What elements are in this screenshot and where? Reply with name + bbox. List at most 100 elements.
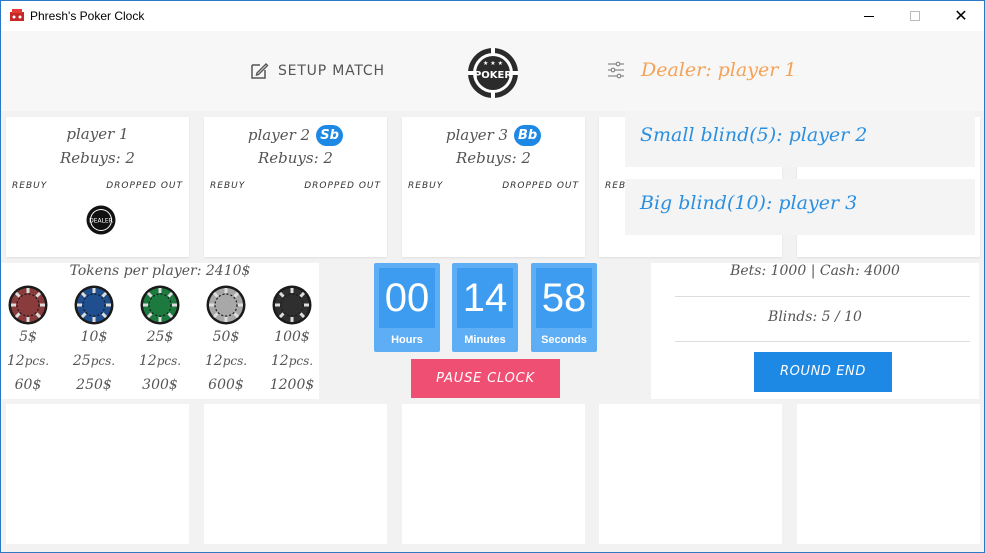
- chip-total: 300$: [142, 377, 178, 393]
- dealer-chip-icon: DEALER: [86, 205, 116, 235]
- player-name-text: player 2: [247, 126, 311, 144]
- player-card-9: [599, 404, 782, 544]
- rebuy-button[interactable]: REB: [605, 181, 626, 191]
- chip-pieces-suffix: pcs.: [288, 354, 314, 368]
- round-end-button[interactable]: ROUND END: [754, 352, 892, 392]
- chip-total: 250$: [76, 377, 112, 393]
- hours-label: Hours: [391, 334, 423, 346]
- window-title: Phresh's Poker Clock: [30, 9, 145, 23]
- dealer-chip-text: DEALER: [89, 218, 113, 225]
- tokens-panel: Tokens per player: 2410$ 5$ 12pcs. 60$ 10$ 2…: [1, 263, 319, 399]
- blinds-summary: Blinds: 5 / 10: [768, 309, 862, 325]
- chip-column: 100$ 12pcs. 1200$: [267, 285, 317, 397]
- small-blind-text: Small blind(5): player 2: [640, 124, 868, 146]
- chip-pieces: 25pcs.: [69, 349, 119, 373]
- chip-column: 25$ 12pcs. 300$: [135, 285, 185, 397]
- clock-panel: 00 Hours 14 Minutes 58 Seconds PAUSE CLO…: [321, 263, 648, 399]
- poker-chip-icon: [206, 285, 246, 325]
- poker-chip-icon: [140, 285, 180, 325]
- divider: [675, 341, 970, 342]
- seconds-label: Seconds: [541, 334, 587, 346]
- chip-value: 100$: [274, 329, 310, 345]
- chip-pieces-suffix: pcs.: [156, 354, 182, 368]
- chip-pieces: 12pcs.: [3, 349, 53, 373]
- chip-value: 25$: [146, 329, 174, 345]
- hours-box: 00 Hours: [374, 263, 440, 352]
- top-header: SETUP MATCH ★ ★ ★ POKER Dealer: player 1: [1, 31, 984, 111]
- player-card-1: player 1 Rebuys: 2 REBUY DROPPED OUT DEA…: [6, 117, 189, 257]
- dropped-out-button[interactable]: DROPPED OUT: [304, 181, 381, 191]
- chip-pieces: 12pcs.: [267, 349, 317, 373]
- chip-column: 50$ 12pcs. 600$: [201, 285, 251, 397]
- chip-value: 50$: [212, 329, 240, 345]
- bets-cash-summary: Bets: 1000 | Cash: 4000: [730, 263, 900, 279]
- logo-text: POKER: [474, 70, 512, 81]
- player-name-text: player 1: [66, 125, 129, 143]
- chip-total: 1200$: [269, 377, 315, 393]
- chip-pieces-suffix: pcs.: [90, 354, 116, 368]
- rebuys-count: Rebuys: 2: [60, 149, 135, 167]
- chip-pieces-count: 12: [204, 353, 223, 369]
- chip-pieces-suffix: pcs.: [24, 354, 50, 368]
- minimize-icon: [864, 15, 874, 17]
- chip-pieces-suffix: pcs.: [222, 354, 248, 368]
- app-window: Phresh's Poker Clock ✕ SETUP MATCH ★ ★ ★…: [0, 0, 985, 553]
- close-icon: ✕: [954, 6, 968, 25]
- minutes-box: 14 Minutes: [452, 263, 518, 352]
- chip-pieces-count: 12: [6, 353, 25, 369]
- player-card-6: [6, 404, 189, 544]
- player-name: player 2 Sb: [204, 125, 387, 146]
- chip-pieces-count: 25: [72, 353, 91, 369]
- player-card-8: [402, 404, 585, 544]
- bets-panel: Bets: 1000 | Cash: 4000 Blinds: 5 / 10 R…: [651, 263, 979, 399]
- edit-icon: [251, 63, 269, 79]
- chip-value: 10$: [80, 329, 108, 345]
- player-name: player 1: [6, 125, 189, 143]
- poker-app-icon: [10, 9, 24, 21]
- seconds-value: 58: [536, 268, 592, 328]
- minimize-button[interactable]: [846, 1, 892, 31]
- minutes-label: Minutes: [464, 334, 506, 346]
- chip-pieces: 12pcs.: [135, 349, 185, 373]
- title-bar: Phresh's Poker Clock ✕: [1, 1, 984, 31]
- chip-pieces: 12pcs.: [201, 349, 251, 373]
- poker-chip-icon: [8, 285, 48, 325]
- dealer-indicator: Dealer: player 1: [641, 59, 797, 81]
- close-button[interactable]: ✕: [938, 1, 984, 31]
- dropped-out-button[interactable]: DROPPED OUT: [106, 181, 183, 191]
- tokens-per-player: Tokens per player: 2410$: [69, 263, 251, 279]
- rebuy-button[interactable]: REBUY: [12, 181, 47, 191]
- big-blind-banner: Big blind(10): player 3: [625, 179, 975, 235]
- svg-text:★ ★ ★: ★ ★ ★: [483, 60, 503, 67]
- maximize-button[interactable]: [892, 1, 938, 31]
- chip-pieces-count: 12: [138, 353, 157, 369]
- rebuys-count: Rebuys: 2: [456, 149, 531, 167]
- chip-total: 600$: [208, 377, 244, 393]
- maximize-icon: [910, 11, 920, 21]
- player-name: player 3 Bb: [402, 125, 585, 146]
- pause-clock-button[interactable]: PAUSE CLOCK: [411, 359, 560, 398]
- minutes-value: 14: [457, 268, 513, 328]
- player-card-7: [204, 404, 387, 544]
- seconds-box: 58 Seconds: [531, 263, 597, 352]
- rebuy-button[interactable]: REBUY: [408, 181, 443, 191]
- settings-sliders-icon[interactable]: [607, 61, 625, 79]
- chip-column: 10$ 25pcs. 250$: [69, 285, 119, 397]
- setup-match-button[interactable]: SETUP MATCH: [249, 61, 385, 81]
- divider: [675, 296, 970, 297]
- rebuys-count: Rebuys: 2: [258, 149, 333, 167]
- chip-column: 5$ 12pcs. 60$: [3, 285, 53, 397]
- chip-value: 5$: [19, 329, 37, 345]
- player-card-10: [797, 404, 980, 544]
- small-blind-banner: Small blind(5): player 2: [625, 111, 975, 167]
- player-name-text: player 3: [445, 126, 509, 144]
- chip-pieces-count: 12: [270, 353, 289, 369]
- small-blind-badge: Sb: [316, 125, 344, 146]
- poker-chip-icon: [272, 285, 312, 325]
- chip-total: 60$: [14, 377, 42, 393]
- poker-chip-logo: ★ ★ ★ POKER: [468, 48, 518, 98]
- big-blind-text: Big blind(10): player 3: [640, 192, 858, 214]
- rebuy-button[interactable]: REBUY: [210, 181, 245, 191]
- dropped-out-button[interactable]: DROPPED OUT: [502, 181, 579, 191]
- player-card-3: player 3 Bb Rebuys: 2 REBUY DROPPED OUT: [402, 117, 585, 257]
